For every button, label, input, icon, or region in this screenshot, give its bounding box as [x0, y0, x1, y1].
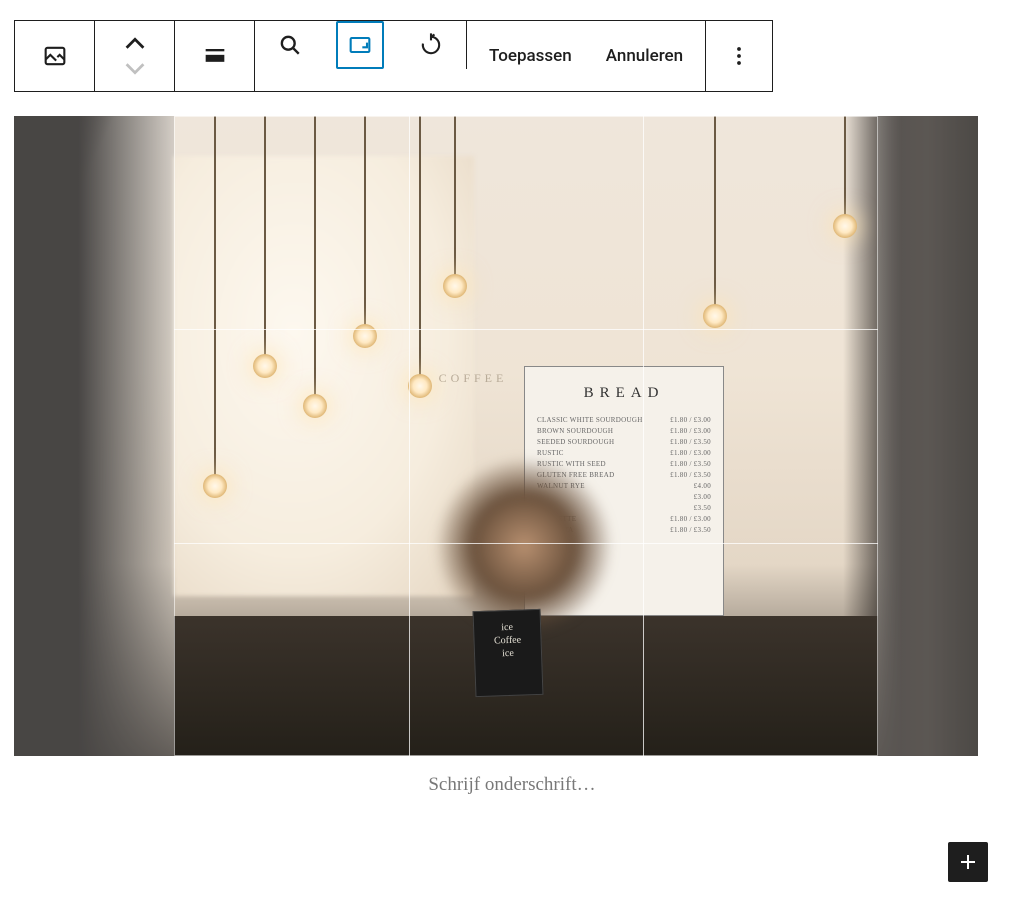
align-icon: [191, 32, 239, 80]
add-block-button[interactable]: [948, 842, 988, 882]
block-type-button[interactable]: [15, 21, 95, 91]
photo-bulb: [364, 116, 366, 326]
menu-board-row: CLASSIC WHITE SOURDOUGH£1.80 / £3.00: [537, 416, 711, 424]
photo-bulb: [714, 116, 716, 306]
photo-bulb: [419, 116, 421, 376]
photo-bulb: [454, 116, 456, 276]
rotate-icon: [417, 31, 445, 59]
aspect-ratio-button[interactable]: [336, 21, 384, 69]
photo-coffee-sign: COFFEE: [428, 371, 518, 411]
photo-chalk-sign: ice Coffee ice: [473, 609, 544, 697]
crop-dim-left: [14, 116, 174, 756]
menu-board-row: RUSTIC£1.80 / £3.00: [537, 449, 711, 457]
chevron-updown-icon: [111, 32, 159, 80]
zoom-button[interactable]: [266, 21, 314, 69]
photo-bulb: [264, 116, 266, 356]
photo-bulb: [214, 116, 216, 476]
crop-dim-right: [878, 116, 978, 756]
crop-tools-group: [255, 21, 467, 69]
more-options-button[interactable]: [706, 21, 772, 91]
image-crop-canvas[interactable]: COFFEE BREAD CLASSIC WHITE SOURDOUGH£1.8…: [14, 116, 978, 756]
apply-button[interactable]: Toepassen: [489, 46, 572, 66]
aspect-ratio-icon: [346, 31, 374, 59]
zoom-icon: [276, 31, 304, 59]
photo-bulb: [314, 116, 316, 396]
rotate-button[interactable]: [407, 21, 455, 69]
caption-input[interactable]: Schrijf onderschrift…: [14, 774, 1010, 796]
menu-board-row: BROWN SOURDOUGH£1.80 / £3.00: [537, 427, 711, 435]
move-block-button[interactable]: [95, 21, 175, 91]
crop-actions-group: Toepassen Annuleren: [467, 21, 706, 91]
menu-board-row: SEEDED SOURDOUGH£1.80 / £3.50: [537, 438, 711, 446]
photo-bulb: [844, 116, 846, 216]
image-icon: [31, 32, 79, 80]
menu-board-title: BREAD: [537, 385, 711, 402]
cancel-button[interactable]: Annuleren: [606, 46, 683, 66]
block-toolbar: Toepassen Annuleren: [14, 20, 773, 92]
plus-icon: [956, 850, 980, 874]
more-options-icon: [715, 32, 763, 80]
align-button[interactable]: [175, 21, 255, 91]
